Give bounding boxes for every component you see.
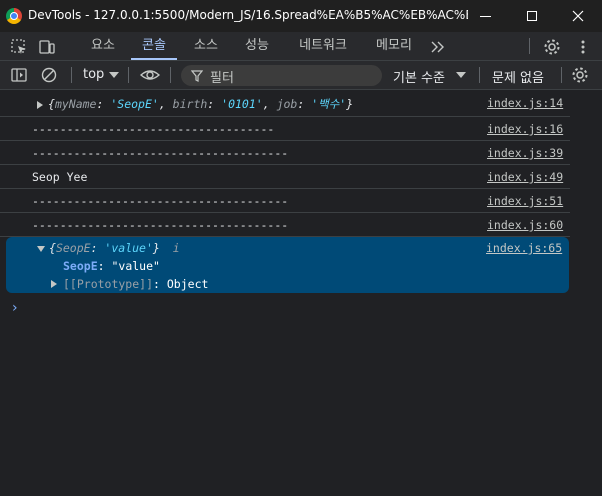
tab-console[interactable]: 콘솔 [131,32,177,60]
console-message-row: Seop Yee index.js:49 [0,165,570,189]
sidebar-toggle-icon[interactable] [10,66,28,84]
source-link[interactable]: index.js:16 [487,122,567,136]
prototype-row[interactable]: [[Prototype]]: Object [63,277,208,291]
toolbar-divider [561,67,562,83]
clear-console-icon[interactable] [40,66,58,84]
title-bar: DevTools - 127.0.0.1:5500/Modern_JS/16.S… [0,0,602,32]
source-link[interactable]: index.js:65 [486,241,566,255]
filter-funnel-icon [191,70,203,82]
tab-elements[interactable]: 요소 [80,32,126,60]
live-expression-eye-icon[interactable] [140,66,160,84]
toolbar-divider [128,67,129,83]
source-link[interactable]: index.js:14 [487,96,567,110]
message-text: ----------------------------------- [32,122,275,136]
console-settings-gear-icon[interactable] [571,66,589,84]
minimize-icon [479,15,491,17]
filter-placeholder: 필터 [210,71,234,86]
expand-prototype-arrow-icon[interactable] [51,280,57,288]
more-options-icon[interactable] [574,38,592,56]
object-preview[interactable]: {myName: 'SeopE', birth: '0101', job: '백… [48,96,353,112]
message-text: Seop Yee [32,170,88,184]
source-link[interactable]: index.js:49 [487,170,567,184]
selected-message-row[interactable]: {SeopE: 'value'} i index.js:65 SeopE: "v… [6,237,569,293]
more-tabs-chevron-icon[interactable] [429,38,447,56]
console-prompt-chevron-icon[interactable]: › [12,300,18,316]
expand-arrow-icon[interactable] [37,101,43,109]
tab-performance[interactable]: 성능 [234,32,280,60]
maximize-icon [527,11,537,21]
property-row: SeopE: "value" [63,259,160,273]
object-summary[interactable]: {SeopE: 'value'} i [49,241,180,255]
minimize-button[interactable] [462,0,508,32]
message-text: ------------------------------------- [32,146,289,160]
inspect-element-icon[interactable] [10,38,28,56]
source-link[interactable]: index.js:39 [487,146,567,160]
device-toolbar-icon[interactable] [38,38,56,56]
info-icon[interactable]: i [173,241,180,255]
window-title: DevTools - 127.0.0.1:5500/Modern_JS/16.S… [28,8,468,22]
collapse-arrow-icon[interactable] [37,246,45,252]
levels-dropdown-icon [456,72,466,78]
context-selector[interactable]: top [83,67,104,82]
chrome-logo-icon [6,8,22,24]
tab-memory[interactable]: 메모리 [365,32,423,60]
close-button[interactable] [555,0,601,32]
issues-counter[interactable]: 문제 없음 [492,67,544,86]
console-message-row: ----------------------------------- inde… [0,117,570,141]
toolbar-divider [71,67,72,83]
console-toolbar: top 필터 기본 수준 문제 없음 [0,61,602,90]
source-link[interactable]: index.js:51 [487,194,567,208]
message-text: ------------------------------------- [32,218,289,232]
console-message-row: ------------------------------------- in… [0,189,570,213]
source-link[interactable]: index.js:60 [487,218,567,232]
console-message-row: ------------------------------------- in… [0,213,570,237]
console-message-row: {myName: 'SeopE', birth: '0101', job: '백… [0,91,570,117]
maximize-button[interactable] [509,0,555,32]
tab-sources[interactable]: 소스 [183,32,229,60]
tab-bar-divider [529,38,530,54]
toolbar-divider [170,67,171,83]
tab-network[interactable]: 네트워크 [287,32,359,60]
settings-gear-icon[interactable] [543,38,561,56]
panel-tab-bar: 요소 콘솔 소스 성능 네트워크 메모리 [0,32,602,61]
message-text: ------------------------------------- [32,194,289,208]
log-levels-dropdown[interactable]: 기본 수준 [393,67,445,86]
context-dropdown-icon [109,72,119,78]
console-message-row: ------------------------------------- in… [0,141,570,165]
toolbar-divider [479,67,480,83]
close-icon [572,10,584,22]
